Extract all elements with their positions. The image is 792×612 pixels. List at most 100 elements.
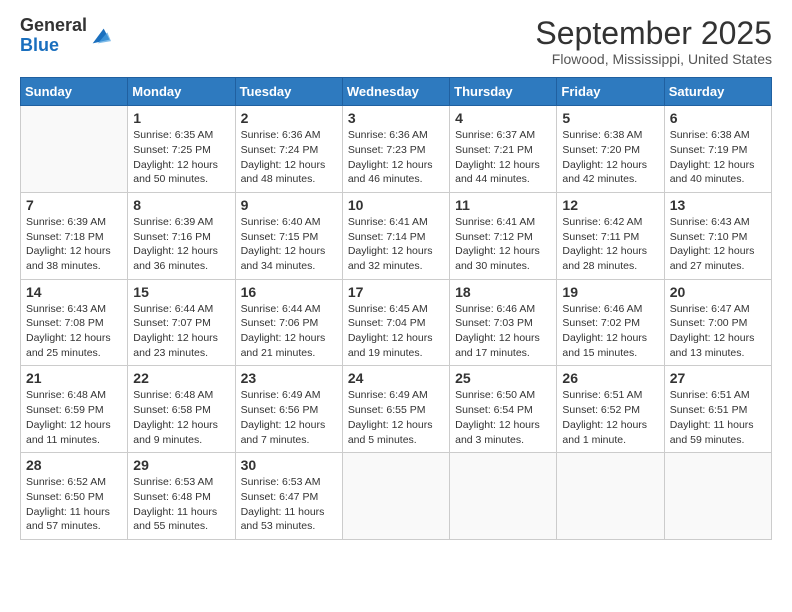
column-header-saturday: Saturday [664, 78, 771, 106]
day-info: Sunrise: 6:47 AMSunset: 7:00 PMDaylight:… [670, 302, 766, 361]
day-number: 19 [562, 284, 658, 300]
column-header-thursday: Thursday [450, 78, 557, 106]
calendar-cell: 19 Sunrise: 6:46 AMSunset: 7:02 PMDayligh… [557, 279, 664, 366]
calendar-cell: 12Sunrise: 6:42 AMSunset: 7:11 PMDayligh… [557, 192, 664, 279]
day-number: 8 [133, 197, 229, 213]
column-header-friday: Friday [557, 78, 664, 106]
day-number: 30 [241, 457, 337, 473]
day-number: 9 [241, 197, 337, 213]
calendar-cell: 29Sunrise: 6:53 AMSunset: 6:48 PMDayligh… [128, 453, 235, 540]
day-info: Sunrise: 6:50 AMSunset: 6:54 PMDaylight:… [455, 388, 551, 447]
calendar-cell: 20 Sunrise: 6:47 AMSunset: 7:00 PMDayligh… [664, 279, 771, 366]
day-info: Sunrise: 6:45 AMSunset: 7:04 PMDaylight:… [348, 302, 444, 361]
calendar-week-row: 14 Sunrise: 6:43 AMSunset: 7:08 PMDayligh… [21, 279, 772, 366]
column-header-tuesday: Tuesday [235, 78, 342, 106]
calendar-week-row: 28 Sunrise: 6:52 AMSunset: 6:50 PMDayligh… [21, 453, 772, 540]
calendar-cell: 17 Sunrise: 6:45 AMSunset: 7:04 PMDayligh… [342, 279, 449, 366]
location: Flowood, Mississippi, United States [535, 51, 772, 67]
calendar-cell: 22Sunrise: 6:48 AMSunset: 6:58 PMDayligh… [128, 366, 235, 453]
calendar-cell [342, 453, 449, 540]
day-info: Sunrise: 6:51 AMSunset: 6:51 PMDaylight:… [670, 388, 766, 447]
day-number: 16 [241, 284, 337, 300]
column-header-wednesday: Wednesday [342, 78, 449, 106]
day-info: Sunrise: 6:49 AMSunset: 6:56 PMDaylight:… [241, 388, 337, 447]
calendar-week-row: 1 Sunrise: 6:35 AMSunset: 7:25 PMDaylight… [21, 106, 772, 193]
day-number: 23 [241, 370, 337, 386]
calendar-cell [21, 106, 128, 193]
day-info: Sunrise: 6:46 AMSunset: 7:02 PMDaylight:… [562, 302, 658, 361]
logo-icon [89, 25, 111, 47]
day-number: 17 [348, 284, 444, 300]
day-info: Sunrise: 6:37 AMSunset: 7:21 PMDaylight:… [455, 128, 551, 187]
column-header-monday: Monday [128, 78, 235, 106]
day-number: 13 [670, 197, 766, 213]
calendar-cell: 2 Sunrise: 6:36 AMSunset: 7:24 PMDaylight… [235, 106, 342, 193]
calendar-cell: 23 Sunrise: 6:49 AMSunset: 6:56 PMDayligh… [235, 366, 342, 453]
day-info: Sunrise: 6:35 AMSunset: 7:25 PMDaylight:… [133, 128, 229, 187]
month-title: September 2025 [535, 16, 772, 51]
day-info: Sunrise: 6:44 AMSunset: 7:07 PMDaylight:… [133, 302, 229, 361]
day-info: Sunrise: 6:38 AMSunset: 7:19 PMDaylight:… [670, 128, 766, 187]
calendar-cell: 28 Sunrise: 6:52 AMSunset: 6:50 PMDayligh… [21, 453, 128, 540]
calendar-header-row: SundayMondayTuesdayWednesdayThursdayFrid… [21, 78, 772, 106]
column-header-sunday: Sunday [21, 78, 128, 106]
day-number: 18 [455, 284, 551, 300]
day-info: Sunrise: 6:52 AMSunset: 6:50 PMDaylight:… [26, 475, 122, 534]
day-info: Sunrise: 6:49 AMSunset: 6:55 PMDaylight:… [348, 388, 444, 447]
day-number: 21 [26, 370, 122, 386]
day-number: 11 [455, 197, 551, 213]
title-area: September 2025 Flowood, Mississippi, Uni… [535, 16, 772, 67]
calendar-cell: 21 Sunrise: 6:48 AMSunset: 6:59 PMDayligh… [21, 366, 128, 453]
day-number: 5 [562, 110, 658, 126]
calendar-table: SundayMondayTuesdayWednesdayThursdayFrid… [20, 77, 772, 540]
day-info: Sunrise: 6:43 AMSunset: 7:08 PMDaylight:… [26, 302, 122, 361]
calendar-cell: 26 Sunrise: 6:51 AMSunset: 6:52 PMDayligh… [557, 366, 664, 453]
calendar-cell: 27 Sunrise: 6:51 AMSunset: 6:51 PMDayligh… [664, 366, 771, 453]
calendar-cell: 7 Sunrise: 6:39 AMSunset: 7:18 PMDaylight… [21, 192, 128, 279]
calendar-cell: 9 Sunrise: 6:40 AMSunset: 7:15 PMDaylight… [235, 192, 342, 279]
day-number: 7 [26, 197, 122, 213]
calendar-cell: 14 Sunrise: 6:43 AMSunset: 7:08 PMDayligh… [21, 279, 128, 366]
day-number: 1 [133, 110, 229, 126]
calendar-cell: 5Sunrise: 6:38 AMSunset: 7:20 PMDaylight… [557, 106, 664, 193]
day-number: 24 [348, 370, 444, 386]
day-number: 26 [562, 370, 658, 386]
day-number: 15 [133, 284, 229, 300]
calendar-cell: 15 Sunrise: 6:44 AMSunset: 7:07 PMDayligh… [128, 279, 235, 366]
calendar-cell: 24 Sunrise: 6:49 AMSunset: 6:55 PMDayligh… [342, 366, 449, 453]
day-number: 10 [348, 197, 444, 213]
day-info: Sunrise: 6:36 AMSunset: 7:24 PMDaylight:… [241, 128, 337, 187]
day-number: 4 [455, 110, 551, 126]
calendar-cell: 13Sunrise: 6:43 AMSunset: 7:10 PMDayligh… [664, 192, 771, 279]
calendar-cell: 10 Sunrise: 6:41 AMSunset: 7:14 PMDayligh… [342, 192, 449, 279]
day-info: Sunrise: 6:39 AMSunset: 7:18 PMDaylight:… [26, 215, 122, 274]
day-number: 22 [133, 370, 229, 386]
calendar-week-row: 7 Sunrise: 6:39 AMSunset: 7:18 PMDaylight… [21, 192, 772, 279]
day-info: Sunrise: 6:53 AMSunset: 6:47 PMDaylight:… [241, 475, 337, 534]
logo-text: General Blue [20, 16, 87, 56]
calendar-cell: 1 Sunrise: 6:35 AMSunset: 7:25 PMDaylight… [128, 106, 235, 193]
day-info: Sunrise: 6:51 AMSunset: 6:52 PMDaylight:… [562, 388, 658, 447]
logo: General Blue [20, 16, 111, 56]
day-number: 28 [26, 457, 122, 473]
day-number: 2 [241, 110, 337, 126]
day-info: Sunrise: 6:36 AMSunset: 7:23 PMDaylight:… [348, 128, 444, 187]
day-info: Sunrise: 6:41 AMSunset: 7:12 PMDaylight:… [455, 215, 551, 274]
day-info: Sunrise: 6:48 AMSunset: 6:59 PMDaylight:… [26, 388, 122, 447]
day-info: Sunrise: 6:53 AMSunset: 6:48 PMDaylight:… [133, 475, 229, 534]
day-number: 14 [26, 284, 122, 300]
calendar-week-row: 21 Sunrise: 6:48 AMSunset: 6:59 PMDayligh… [21, 366, 772, 453]
calendar-cell [557, 453, 664, 540]
day-info: Sunrise: 6:42 AMSunset: 7:11 PMDaylight:… [562, 215, 658, 274]
calendar-cell: 30 Sunrise: 6:53 AMSunset: 6:47 PMDayligh… [235, 453, 342, 540]
day-number: 27 [670, 370, 766, 386]
day-number: 25 [455, 370, 551, 386]
day-info: Sunrise: 6:40 AMSunset: 7:15 PMDaylight:… [241, 215, 337, 274]
day-info: Sunrise: 6:41 AMSunset: 7:14 PMDaylight:… [348, 215, 444, 274]
calendar-cell: 18Sunrise: 6:46 AMSunset: 7:03 PMDayligh… [450, 279, 557, 366]
calendar-cell: 3 Sunrise: 6:36 AMSunset: 7:23 PMDaylight… [342, 106, 449, 193]
calendar-cell: 4 Sunrise: 6:37 AMSunset: 7:21 PMDaylight… [450, 106, 557, 193]
day-number: 3 [348, 110, 444, 126]
day-number: 20 [670, 284, 766, 300]
calendar-cell: 8Sunrise: 6:39 AMSunset: 7:16 PMDaylight… [128, 192, 235, 279]
